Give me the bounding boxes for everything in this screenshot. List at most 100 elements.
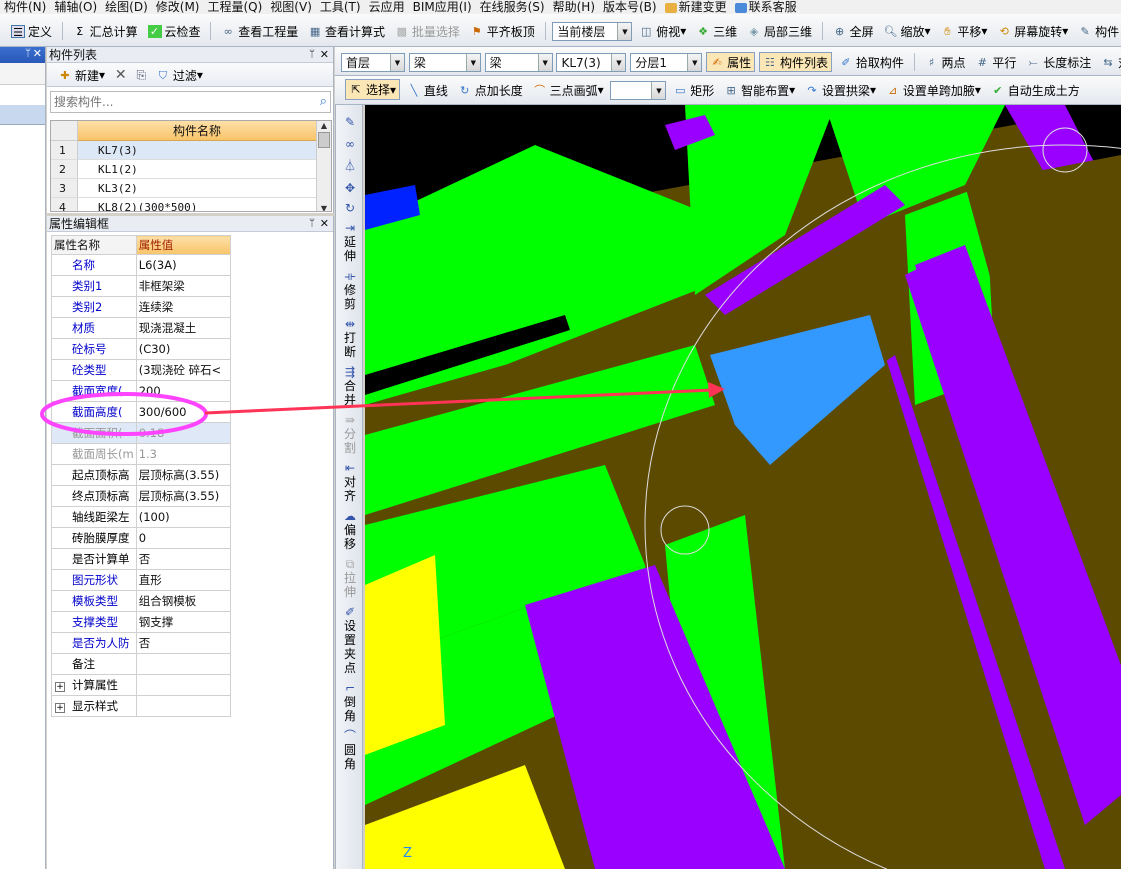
menu-tools[interactable]: 工具(T) — [316, 1, 365, 13]
scroll-thumb[interactable] — [318, 132, 330, 148]
column-header-name[interactable]: 构件名称 — [78, 121, 316, 141]
property-value[interactable]: 否 — [135, 548, 231, 570]
search-icon[interactable]: ⌕ — [320, 94, 327, 109]
side-tool-6[interactable]: ☁ 偏移 — [336, 503, 364, 551]
two-points-button[interactable]: ♯ 两点 — [922, 51, 969, 73]
menu-axis[interactable]: 辅轴(O) — [50, 1, 101, 13]
menu-view[interactable]: 视图(V) — [266, 1, 316, 13]
side-tool-9[interactable]: ⌐ 倒角 — [336, 675, 364, 723]
menu-version[interactable]: 版本号(B) — [599, 1, 661, 13]
menu-bim[interactable]: BIM应用(I) — [409, 1, 476, 13]
menu-new-change[interactable]: 新建变更 — [661, 1, 731, 13]
property-row[interactable]: 类别2 连续梁 — [51, 296, 231, 318]
define-button[interactable]: ☰ 定义 — [8, 20, 55, 42]
scrollbar[interactable]: ▲ ▼ — [316, 121, 331, 211]
dock-strip-selected-row[interactable] — [0, 105, 45, 125]
flat-slab-top-button[interactable]: ⚑ 平齐板顶 — [467, 20, 538, 42]
side-tool-0[interactable]: ⇥ 延伸 — [336, 215, 364, 263]
side-tool-5[interactable]: ⇤ 对齐 — [336, 455, 364, 503]
property-row[interactable]: 轴线距梁左 (100) — [51, 506, 231, 528]
property-row[interactable]: + 显示样式 — [51, 695, 231, 717]
property-value[interactable]: L6(3A) — [135, 254, 231, 276]
side-tool-3[interactable]: ⇶ 合并 — [336, 359, 364, 407]
view-quantity-button[interactable]: ∞ 查看工程量 — [218, 20, 301, 42]
property-row[interactable]: 截面宽度(200 — [51, 380, 231, 402]
smart-place-button[interactable]: ⊞ 智能布置 ▾ — [721, 79, 798, 101]
property-row[interactable]: 模板类型 组合钢模板 — [51, 590, 231, 612]
pin-icon[interactable]: ᛘ — [309, 47, 315, 63]
property-row[interactable]: 材质 现浇混凝土 — [51, 317, 231, 339]
property-value[interactable]: 非框架梁 — [135, 275, 231, 297]
pin-icon[interactable]: ᛘ — [25, 48, 31, 59]
property-value[interactable]: 1.3 — [135, 443, 231, 465]
point-length-button[interactable]: ↻ 点加长度 — [455, 79, 526, 101]
rectangle-button[interactable]: ▭ 矩形 — [670, 79, 717, 101]
property-row[interactable]: 截面高度(300/600 — [51, 401, 231, 423]
floor-scope-combo[interactable]: 当前楼层 ▼ — [552, 22, 633, 41]
select-button[interactable]: ⇱ 选择 ▾ — [345, 79, 401, 100]
cloud-check-button[interactable]: ✓ 云检查 — [145, 20, 204, 42]
property-value[interactable]: 钢支撑 — [135, 611, 231, 633]
filter-button[interactable]: ⛉ 过滤 ▾ — [153, 66, 206, 84]
property-row[interactable]: 备注 — [51, 653, 231, 675]
property-row[interactable]: 支撑类型 钢支撑 — [51, 611, 231, 633]
property-value[interactable] — [135, 674, 231, 696]
close-icon[interactable]: ✕ — [320, 216, 329, 232]
copy-tool[interactable]: ∞ — [336, 129, 364, 151]
expand-icon[interactable]: + — [55, 703, 65, 713]
menu-cloud[interactable]: 云应用 — [365, 1, 409, 13]
floor-combo[interactable]: 首层 ▼ — [341, 53, 405, 72]
auto-earthwork-button[interactable]: ✔ 自动生成土方 — [988, 79, 1083, 101]
menu-online[interactable]: 在线服务(S) — [476, 1, 549, 13]
zoom-button[interactable]: 🔍︎ 缩放 ▾ — [880, 20, 933, 42]
close-icon[interactable]: ✕ — [320, 47, 329, 63]
type-combo[interactable]: 梁 ▼ — [408, 53, 481, 72]
table-row[interactable]: 2 KL1(2) — [51, 160, 331, 179]
property-value[interactable]: 连续梁 — [135, 296, 231, 318]
property-row[interactable]: 砼标号 (C30) — [51, 338, 231, 360]
menu-contact[interactable]: 联系客服 — [731, 1, 801, 13]
subtype-combo[interactable]: 梁 ▼ — [484, 53, 553, 72]
batch-select-button[interactable]: ▩ 批量选择 — [392, 20, 463, 42]
scroll-up-icon[interactable]: ▲ — [317, 121, 331, 130]
property-row[interactable]: 类别1 非框架梁 — [51, 275, 231, 297]
menu-component[interactable]: 构件(N) — [0, 1, 50, 13]
property-value[interactable]: 组合钢模板 — [135, 590, 231, 612]
menu-draw[interactable]: 绘图(D) — [101, 1, 152, 13]
close-icon[interactable]: ✕ — [33, 47, 42, 60]
move-tool[interactable]: ✥ — [336, 173, 364, 195]
property-row[interactable]: 砼类型 (3现浇砼 碎石< — [51, 359, 231, 381]
property-value[interactable]: 200 — [135, 380, 231, 402]
property-value[interactable]: 300/600 — [135, 401, 231, 423]
side-tool-10[interactable]: ⌒ 圆角 — [336, 723, 364, 771]
pin-icon[interactable]: ᛘ — [309, 216, 315, 232]
property-row[interactable]: + 计算属性 — [51, 674, 231, 696]
search-input[interactable] — [51, 92, 301, 112]
property-row[interactable]: 起点顶标高 层顶标高(3.55) — [51, 464, 231, 486]
pick-component-button[interactable]: ✐ 拾取构件 — [836, 51, 907, 73]
expand-icon[interactable]: + — [55, 682, 65, 692]
layer-combo[interactable]: 分层1 ▼ — [630, 53, 703, 72]
3d-viewport[interactable]: Z — [365, 105, 1121, 869]
side-tool-2[interactable]: ⇹ 打断 — [336, 311, 364, 359]
menu-help[interactable]: 帮助(H) — [549, 1, 599, 13]
property-row[interactable]: 是否计算单否 — [51, 548, 231, 570]
screen-rotate-button[interactable]: ⟲ 屏幕旋转 ▾ — [994, 20, 1071, 42]
property-row[interactable]: 是否为人防否 — [51, 632, 231, 654]
side-tool-4[interactable]: ⇛ 分割 — [336, 407, 364, 455]
arc-option-combo[interactable]: ▼ — [610, 81, 667, 100]
property-value[interactable]: 直形 — [135, 569, 231, 591]
property-value[interactable] — [135, 653, 231, 675]
component-button[interactable]: ✎ 构件 — [1075, 20, 1121, 42]
top-view-button[interactable]: ◫ 俯视 ▾ — [636, 20, 689, 42]
property-value[interactable]: (100) — [135, 506, 231, 528]
property-value[interactable]: 现浇混凝土 — [135, 317, 231, 339]
property-row[interactable]: 名称 L6(3A) — [51, 254, 231, 276]
side-tool-8[interactable]: ✐ 设置夹点 — [336, 599, 364, 675]
fullscreen-button[interactable]: ⊕ 全屏 — [830, 20, 877, 42]
scroll-down-icon[interactable]: ▼ — [317, 204, 331, 211]
table-row[interactable]: 3 KL3(2) — [51, 179, 331, 198]
three-point-arc-button[interactable]: ⌒ 三点画弧 ▾ — [530, 79, 607, 101]
property-value[interactable]: 0.18 — [135, 422, 231, 444]
side-tool-7[interactable]: ⧉ 拉伸 — [336, 551, 364, 599]
